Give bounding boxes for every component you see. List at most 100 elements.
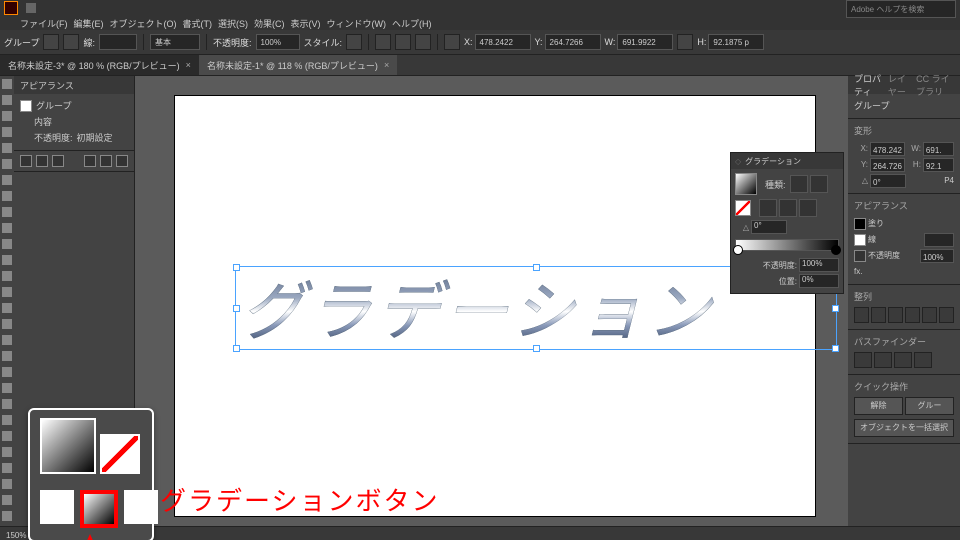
appearance-action-icon[interactable] [100,155,112,167]
align-top-icon[interactable] [905,307,920,323]
stroke-grad-type-icon[interactable] [759,199,777,217]
align-icon[interactable] [415,34,431,50]
eyedropper-tool[interactable] [0,396,14,412]
brush-def-dropdown[interactable]: 基本 [150,34,200,50]
properties-tab[interactable]: プロパティ [854,72,882,98]
cc-lib-tab[interactable]: CC ライブラリ [916,72,954,98]
gradient-stop[interactable] [733,245,743,255]
transform-icon[interactable] [444,34,460,50]
artboard-tool[interactable] [0,460,14,476]
menu-effect[interactable]: 効果(C) [252,17,287,30]
resize-handle[interactable] [233,264,240,271]
appearance-contents[interactable]: 内容 [34,114,52,130]
fill-swatch[interactable] [43,34,59,50]
prop-flip-icon[interactable]: P4 [944,173,954,189]
gradient-slider[interactable] [735,239,839,251]
align-bottom-icon[interactable] [939,307,954,323]
prop-stroke-weight[interactable] [924,233,954,247]
appearance-panel-tab[interactable]: アピアランス [14,76,134,94]
symbol-sprayer-tool[interactable] [0,428,14,444]
pf-unite-icon[interactable] [854,352,872,368]
gradient-panel-tab[interactable]: グラデーション [745,156,801,167]
resize-handle[interactable] [533,264,540,271]
gradient-panel[interactable]: ◇グラデーション 種類: △0° [730,152,844,294]
magic-wand-tool[interactable] [0,108,14,124]
menu-type[interactable]: 書式(T) [181,17,215,30]
align-hcenter-icon[interactable] [871,307,886,323]
menu-view[interactable]: 表示(V) [289,17,323,30]
line-tool[interactable] [0,188,14,204]
y-input[interactable]: 264.7266 [545,34,601,50]
group-button[interactable]: グルー [905,397,954,415]
prop-h-input[interactable]: 92.1 [923,158,954,172]
document-tab[interactable]: 名称未設定-3* @ 180 % (RGB/プレビュー)× [0,55,199,75]
prop-angle-input[interactable]: 0° [870,174,906,188]
graphic-style-dropdown[interactable] [346,34,362,50]
radial-gradient-icon[interactable] [810,175,828,193]
grad-stop-location-input[interactable]: 0% [799,274,839,288]
resize-handle[interactable] [533,345,540,352]
home-icon[interactable] [26,3,36,13]
align-left-icon[interactable] [854,307,869,323]
prop-x-input[interactable]: 478.242 [870,142,905,156]
direct-selection-tool[interactable] [0,92,14,108]
rectangle-tool[interactable] [0,204,14,220]
pen-tool[interactable] [0,140,14,156]
mesh-tool[interactable] [0,364,14,380]
resize-handle[interactable] [832,345,839,352]
ungroup-button[interactable]: 解除 [854,397,903,415]
align-icon[interactable] [375,34,391,50]
gradient-preview-swatch[interactable] [735,173,757,195]
prop-fx-label[interactable]: fx. [854,264,862,280]
prop-stroke-swatch[interactable] [854,234,866,246]
opacity-input[interactable]: 100% [256,34,300,50]
zoom-tool[interactable] [0,508,14,524]
gradient-text-object[interactable]: グラデーション [240,261,715,353]
menu-file[interactable]: ファイル(F) [18,17,70,30]
artboard[interactable]: グラデーション [175,96,815,516]
w-input[interactable]: 691.9922 [617,34,673,50]
gradient-angle-input[interactable]: 0° [751,220,787,234]
menu-window[interactable]: ウィンドウ(W) [325,17,389,30]
grad-stop-opacity-input[interactable]: 100% [799,258,839,272]
width-tool[interactable] [0,300,14,316]
rotate-tool[interactable] [0,268,14,284]
resize-handle[interactable] [832,305,839,312]
stroke-grad-type-icon[interactable] [799,199,817,217]
h-input[interactable]: 92.1875 p [708,34,764,50]
appearance-action-icon[interactable] [20,155,32,167]
stroke-grad-type-icon[interactable] [779,199,797,217]
appearance-delete-icon[interactable] [116,155,128,167]
linear-gradient-icon[interactable] [790,175,808,193]
prop-fill-swatch[interactable] [854,218,866,230]
close-tab-icon[interactable]: × [384,60,389,70]
selection-tool[interactable] [0,76,14,92]
appearance-action-icon[interactable] [52,155,64,167]
canvas-area[interactable]: グラデーション [135,76,848,526]
menu-select[interactable]: 選択(S) [216,17,250,30]
curvature-tool[interactable] [0,156,14,172]
prop-opacity-input[interactable]: 100% [920,249,954,263]
type-tool[interactable] [0,172,14,188]
column-graph-tool[interactable] [0,444,14,460]
x-input[interactable]: 478.2422 [475,34,531,50]
layers-tab[interactable]: レイヤー [888,72,910,98]
gradient-tool[interactable] [0,380,14,396]
menu-help[interactable]: ヘルプ(H) [390,17,434,30]
close-tab-icon[interactable]: × [186,60,191,70]
pf-minus-icon[interactable] [874,352,892,368]
pf-exclude-icon[interactable] [914,352,932,368]
hand-tool[interactable] [0,492,14,508]
appearance-action-icon[interactable] [84,155,96,167]
blend-tool[interactable] [0,412,14,428]
stroke-gradient-swatch[interactable] [735,200,751,216]
stroke-weight-input[interactable] [99,34,137,50]
document-tab[interactable]: 名称未設定-1* @ 118 % (RGB/プレビュー)× [199,55,397,75]
paintbrush-tool[interactable] [0,220,14,236]
resize-handle[interactable] [233,305,240,312]
prop-opacity-icon[interactable] [854,250,866,262]
pf-intersect-icon[interactable] [894,352,912,368]
eraser-tool[interactable] [0,252,14,268]
appearance-action-icon[interactable] [36,155,48,167]
select-all-objects-button[interactable]: オブジェクトを一括選択 [854,419,954,437]
